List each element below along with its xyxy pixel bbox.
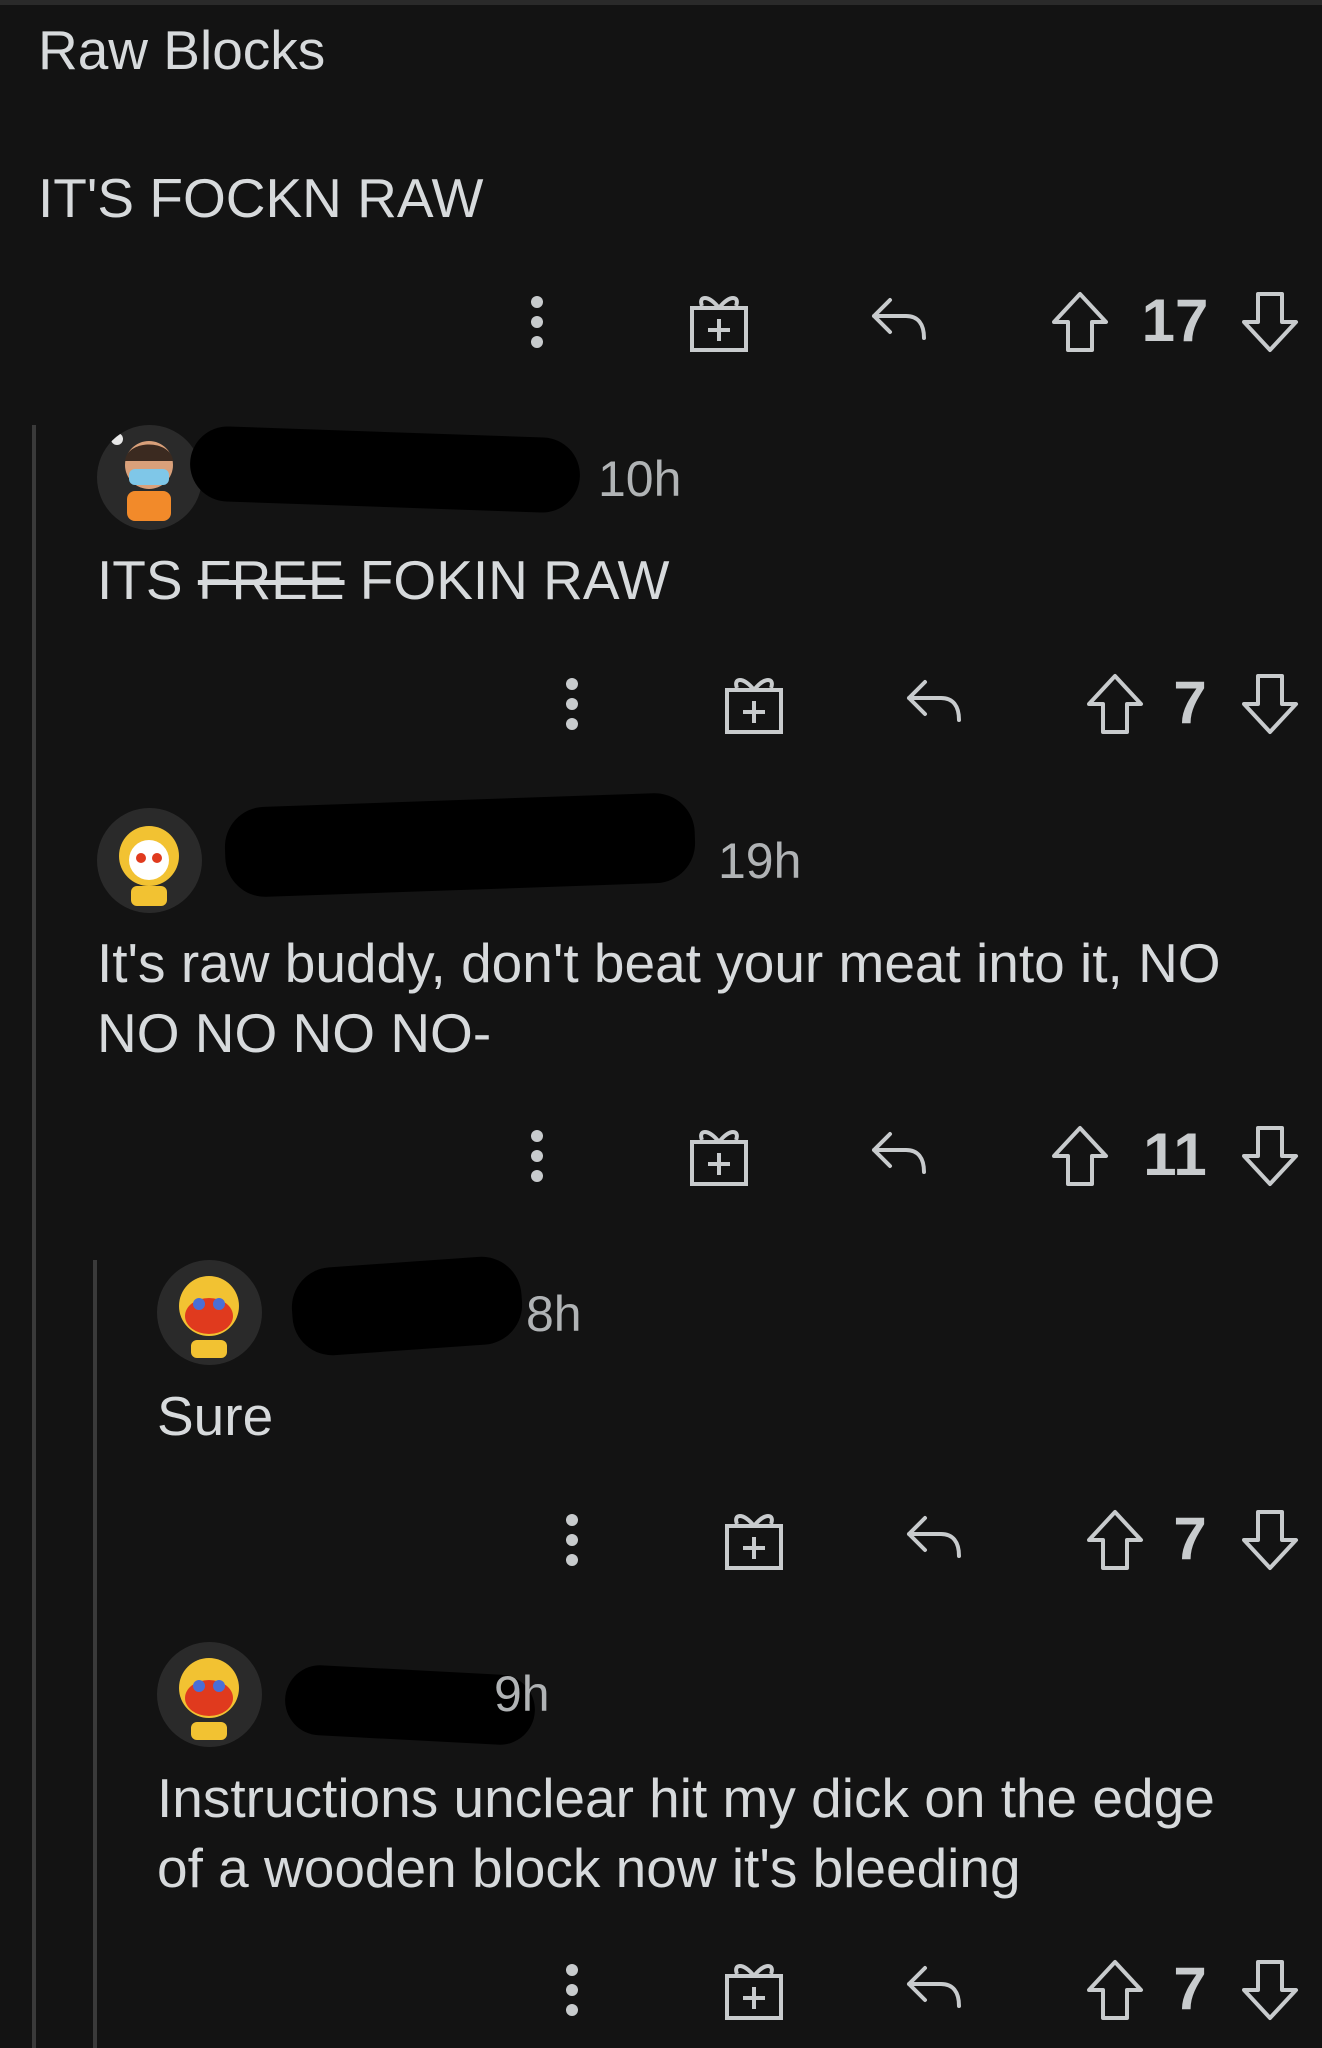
top-border [0, 0, 1322, 5]
avatar-icon [119, 826, 179, 906]
more-icon[interactable] [557, 1508, 587, 1572]
reply-icon[interactable] [903, 1508, 963, 1568]
reply-icon[interactable] [868, 290, 928, 350]
thread-line-level1[interactable] [32, 425, 36, 2048]
comment-time: 8h [526, 1286, 582, 1342]
upvote-icon[interactable] [1050, 290, 1110, 354]
upvote-icon[interactable] [1085, 1508, 1145, 1572]
downvote-icon[interactable] [1240, 1508, 1300, 1572]
downvote-icon[interactable] [1240, 290, 1300, 354]
avatar-icon [179, 1658, 239, 1740]
comment-score: 7 [1173, 669, 1207, 736]
downvote-icon[interactable] [1240, 1124, 1300, 1188]
avatar[interactable] [157, 1642, 262, 1747]
reply-icon[interactable] [903, 672, 963, 732]
downvote-icon[interactable] [1240, 1958, 1300, 2022]
avatar-icon [111, 433, 173, 521]
avatar[interactable] [157, 1260, 262, 1365]
comment-score: 7 [1173, 1955, 1207, 2022]
reply-icon[interactable] [903, 1958, 963, 2018]
comment-body-line: of a wooden block now it's bleeding [157, 1837, 1021, 1899]
thread-line-level2[interactable] [93, 1260, 97, 2048]
comment-body-line: NO NO NO NO- [97, 1002, 492, 1064]
more-icon[interactable] [557, 672, 587, 736]
downvote-icon[interactable] [1240, 672, 1300, 736]
upvote-icon[interactable] [1085, 1958, 1145, 2022]
award-icon[interactable] [723, 1958, 785, 2022]
award-icon[interactable] [723, 1508, 785, 1572]
redacted-username [188, 425, 582, 514]
post-score: 17 [1141, 287, 1209, 354]
comment-time: 9h [494, 1666, 550, 1722]
redacted-username [289, 1254, 525, 1358]
award-icon[interactable] [688, 1124, 750, 1188]
comment-body-line: It's raw buddy, don't beat your meat int… [97, 932, 1221, 994]
upvote-icon[interactable] [1050, 1124, 1110, 1188]
comment-body: Sure [157, 1385, 274, 1447]
upvote-icon[interactable] [1085, 672, 1145, 736]
comment-score: 7 [1173, 1505, 1207, 1572]
comment-body-line: Instructions unclear hit my dick on the … [157, 1767, 1215, 1829]
avatar[interactable] [97, 808, 202, 913]
award-icon[interactable] [688, 290, 750, 354]
redacted-username [223, 791, 697, 899]
comment-text-suffix: FOKIN RAW [344, 549, 670, 611]
reply-icon[interactable] [868, 1124, 928, 1184]
avatar[interactable] [97, 425, 202, 530]
comment-body: ITS FREE FOKIN RAW [97, 545, 669, 615]
avatar-icon [179, 1276, 239, 1358]
more-icon[interactable] [557, 1958, 587, 2022]
more-icon[interactable] [522, 1124, 552, 1188]
more-icon[interactable] [522, 290, 552, 354]
comment-text-prefix: ITS [97, 549, 198, 611]
comment-time: 10h [598, 451, 682, 507]
comment-text-strike: FREE [197, 549, 345, 611]
comment-time: 19h [718, 833, 802, 889]
post-body: IT'S FOCKN RAW [38, 167, 484, 229]
post-title[interactable]: Raw Blocks [38, 15, 325, 85]
comment-score: 11 [1143, 1121, 1207, 1188]
award-icon[interactable] [723, 672, 785, 736]
